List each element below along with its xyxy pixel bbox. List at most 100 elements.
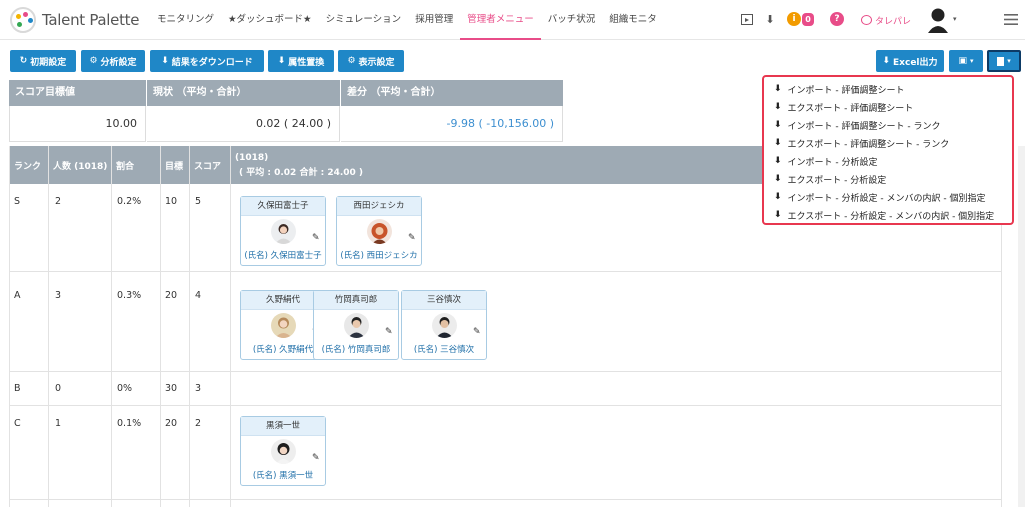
menu-item-import-eval-sheet-rank[interactable]: ⬇ インポート - 評価調整シート - ランク <box>774 116 941 134</box>
download-icon: ⬇ <box>161 56 169 66</box>
rank-cell: B <box>14 383 21 394</box>
member-footer: (氏名) 竹岡真司郎 <box>321 345 391 355</box>
menu-item-export-eval-sheet-rank[interactable]: ⬇ エクスポート - 評価調整シート - ランク <box>774 134 949 152</box>
menu-item-import-eval-sheet[interactable]: ⬇ インポート - 評価調整シート <box>774 80 905 98</box>
user-avatar-icon[interactable] <box>927 7 949 33</box>
member-photo <box>344 313 369 338</box>
member-footer: (氏名) 三谷慎次 <box>413 345 475 355</box>
column-count[interactable]: 人数 (1018) <box>48 146 110 184</box>
ratio-cell: 0.2% <box>117 196 142 207</box>
column-members: (1018) ( 平均 : 0.02 合計 : 24.00 ) <box>230 146 530 184</box>
download-results-button[interactable]: ⬇ 結果をダウンロード <box>150 50 264 72</box>
menu-item-label: インポート - 評価調整シート <box>787 85 905 96</box>
download-icon: ⬇ <box>774 174 782 184</box>
member-card[interactable]: 西田ジェシカ ✎ (氏名) 西田ジェシカ <box>336 196 422 266</box>
column-ratio[interactable]: 割合 <box>111 146 159 184</box>
edit-pencil-icon[interactable]: ✎ <box>385 327 393 337</box>
presentation-icon[interactable] <box>741 14 753 25</box>
download-icon: ⬇ <box>774 120 782 130</box>
download-results-label: 結果をダウンロード <box>171 57 253 68</box>
nav-admin-menu[interactable]: 管理者メニュー <box>460 0 541 40</box>
caret-down-icon: ▾ <box>1007 57 1011 65</box>
summary-current-header: 現状 （平均・合計） <box>147 80 340 106</box>
tarepare-link[interactable]: タレパレ <box>861 12 911 28</box>
member-footer: (氏名) 久保田富士子 <box>244 251 322 261</box>
initial-settings-label: 初期設定 <box>30 57 67 68</box>
menu-item-label: エクスポート - 評価調整シート - ランク <box>787 139 950 150</box>
member-name: 久保田富士子 <box>241 197 325 216</box>
nav-simulation[interactable]: シミュレーション <box>319 0 409 40</box>
menu-item-import-analysis-members[interactable]: ⬇ インポート - 分析設定 - メンバの内訳 - 個別指定 <box>774 188 985 206</box>
download-icon: ⬇ <box>882 56 891 66</box>
target-cell: 30 <box>165 383 178 394</box>
vertical-scrollbar[interactable] <box>1018 146 1025 507</box>
menu-item-label: インポート - 分析設定 - メンバの内訳 - 個別指定 <box>787 193 986 204</box>
top-navigation: Talent Palette モニタリング ★ダッシュボード★ シミュレーション… <box>0 0 1025 40</box>
nav-recruitment[interactable]: 採用管理 <box>408 0 460 40</box>
menu-item-export-analysis[interactable]: ⬇ エクスポート - 分析設定 <box>774 170 886 188</box>
menu-item-label: インポート - 分析設定 <box>787 157 878 168</box>
rank-cell: S <box>14 196 21 207</box>
save-dropdown-button[interactable]: ▣ ▾ <box>949 50 983 72</box>
analysis-settings-button[interactable]: ⚙ 分析設定 <box>81 50 145 72</box>
nav-monitoring[interactable]: モニタリング <box>150 0 221 40</box>
attribute-replace-label: 属性置換 <box>288 57 325 68</box>
notification-badge: 0 <box>802 13 814 26</box>
download-icon: ⬇ <box>774 138 782 148</box>
initial-settings-button[interactable]: ↻ 初期設定 <box>10 50 76 72</box>
member-card[interactable]: 三谷慎次 ✎ (氏名) 三谷慎次 <box>401 290 487 360</box>
edit-pencil-icon[interactable]: ✎ <box>408 233 416 243</box>
member-footer: (氏名) 黒須一世 <box>252 471 314 481</box>
edit-pencil-icon[interactable]: ✎ <box>312 233 320 243</box>
column-target[interactable]: 目標 <box>160 146 188 184</box>
download-icon[interactable]: ⬇ <box>764 12 776 26</box>
help-icon[interactable]: ? <box>830 12 844 26</box>
excel-export-button[interactable]: ⬇ Excel出力 <box>876 50 944 72</box>
menu-item-import-analysis[interactable]: ⬇ インポート - 分析設定 <box>774 152 878 170</box>
download-icon: ⬇ <box>774 156 782 166</box>
rank-cell: C <box>14 418 21 429</box>
chat-bubble-icon <box>861 15 872 25</box>
column-rank[interactable]: ランク <box>9 146 47 184</box>
member-card[interactable]: 竹岡真司郎 ✎ (氏名) 竹岡真司郎 <box>313 290 399 360</box>
table-row-c <box>9 405 1001 500</box>
tarepare-label: タレパレ <box>875 16 912 27</box>
palette-logo-icon <box>10 7 36 33</box>
count-cell: 3 <box>55 290 62 301</box>
caret-down-icon: ▾ <box>970 57 974 65</box>
member-name: 竹岡真司郎 <box>314 291 398 310</box>
edit-pencil-icon[interactable]: ✎ <box>473 327 481 337</box>
member-card[interactable]: 久保田富士子 ✎ (氏名) 久保田富士子 <box>240 196 326 266</box>
download-icon: ⬇ <box>774 84 782 94</box>
target-cell: 10 <box>165 196 178 207</box>
summary-target-header: スコア目標値 <box>9 80 146 106</box>
menu-item-export-eval-sheet[interactable]: ⬇ エクスポート - 評価調整シート <box>774 98 913 116</box>
download-icon: ⬇ <box>277 56 286 66</box>
display-settings-label: 表示設定 <box>358 57 395 68</box>
edit-pencil-icon[interactable]: ✎ <box>312 453 320 463</box>
summary-target-value: 10.00 <box>9 106 146 142</box>
column-score[interactable]: スコア <box>189 146 229 184</box>
refresh-icon: ↻ <box>19 56 28 66</box>
hamburger-menu-icon[interactable] <box>1004 14 1018 25</box>
file-dropdown-button[interactable]: ▾ <box>987 50 1021 72</box>
nav-org-monitor[interactable]: 組織モニタ <box>602 0 664 40</box>
target-cell: 20 <box>165 418 178 429</box>
score-cell: 3 <box>195 383 202 394</box>
nav-batch-status[interactable]: バッチ状況 <box>541 0 603 40</box>
info-icon[interactable]: i <box>787 12 801 26</box>
chevron-down-icon[interactable]: ▾ <box>953 15 957 23</box>
member-card[interactable]: 黒須一世 ✎ (氏名) 黒須一世 <box>240 416 326 486</box>
ratio-cell: 0.1% <box>117 418 142 429</box>
member-photo <box>271 313 296 338</box>
count-cell: 1 <box>55 418 62 429</box>
nav-dashboard[interactable]: ★ダッシュボード★ <box>221 0 319 40</box>
summary-diff-header: 差分 （平均・合計） <box>341 80 563 106</box>
menu-item-export-analysis-members[interactable]: ⬇ エクスポート - 分析設定 - メンバの内訳 - 個別指定 <box>774 206 994 224</box>
logo[interactable]: Talent Palette <box>10 7 139 33</box>
member-name: 西田ジェシカ <box>337 197 421 216</box>
members-stats: ( 平均 : 0.02 合計 : 24.00 ) <box>239 167 364 178</box>
attribute-replace-button[interactable]: ⬇ 属性置換 <box>268 50 334 72</box>
display-settings-button[interactable]: ⚙ 表示設定 <box>338 50 404 72</box>
logo-text: Talent Palette <box>42 11 140 29</box>
